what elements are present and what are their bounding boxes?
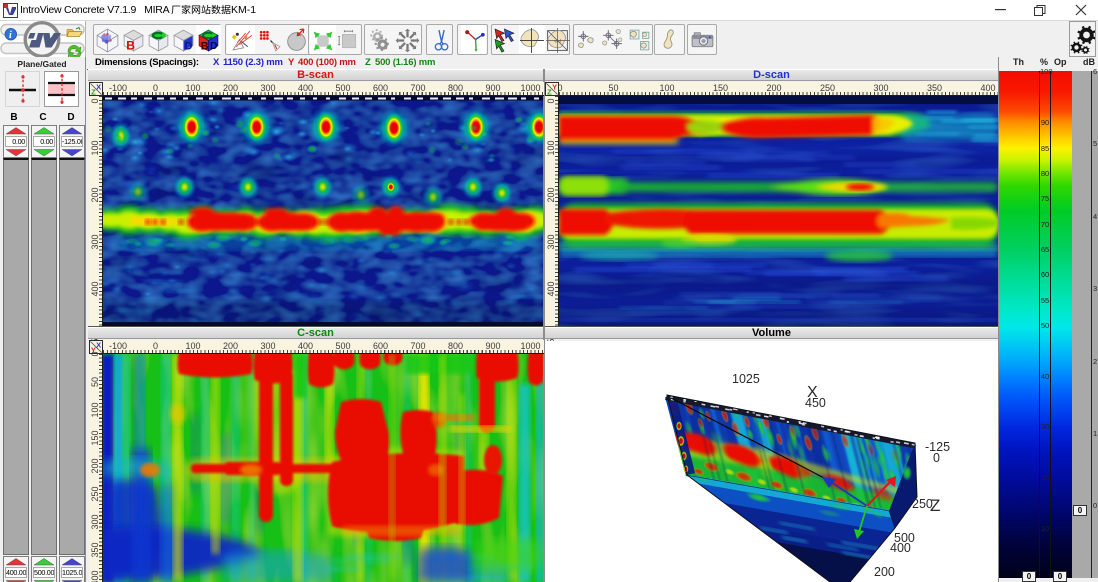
svg-text:B: B (126, 38, 135, 52)
svg-text:Z: Z (930, 496, 940, 515)
svg-text:wcl: wcl (554, 39, 561, 44)
svg-text:D: D (185, 40, 193, 52)
svg-text:Y: Y (552, 83, 557, 92)
svg-text:B: B (201, 40, 209, 52)
svg-text:X: X (96, 83, 101, 92)
svg-text:D: D (210, 41, 218, 52)
svg-text:i: i (9, 30, 12, 41)
svg-text:X: X (807, 384, 818, 401)
svg-text:400: 400 (890, 541, 911, 555)
svg-text:Z: Z (91, 88, 96, 95)
svg-text:1025: 1025 (732, 372, 760, 386)
svg-text:0: 0 (933, 451, 940, 465)
svg-text:X: X (96, 341, 101, 350)
svg-text:Z: Z (547, 88, 552, 95)
svg-text:200: 200 (874, 565, 895, 579)
